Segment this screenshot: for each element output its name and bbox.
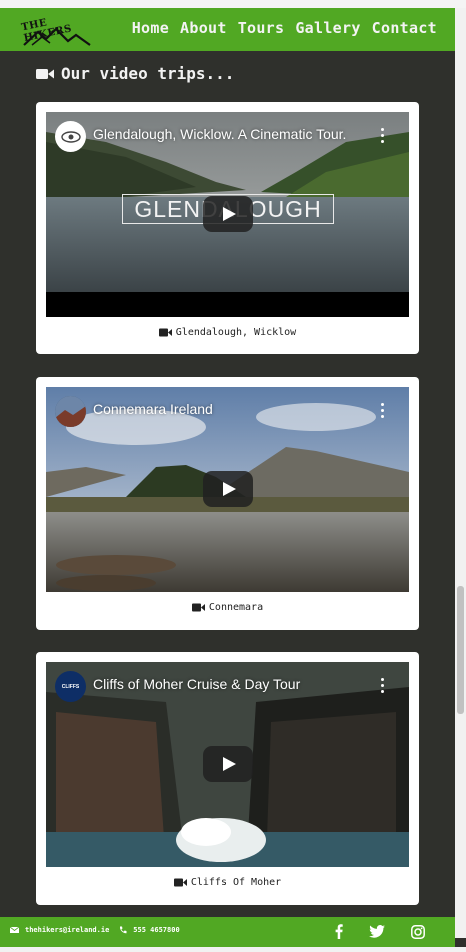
browser-top-edge (0, 0, 466, 8)
mountain-logo-icon (23, 27, 91, 46)
more-options-icon[interactable] (381, 678, 385, 694)
video-player[interactable]: Connemara Ireland (46, 387, 409, 592)
browser-bottom-edge (0, 947, 466, 952)
video-title[interactable]: Glendalough, Wicklow. A Cinematic Tour. (93, 126, 346, 142)
section-title: Our video trips... (61, 64, 235, 83)
navbar: THE HIKERS Home About Tours Gallery Cont… (0, 8, 455, 51)
eye-logo-icon (60, 130, 81, 143)
video-title[interactable]: Cliffs of Moher Cruise & Day Tour (93, 676, 300, 692)
landscape-avatar-icon (55, 396, 86, 427)
section-heading: Our video trips... (36, 64, 234, 83)
caption-text: Glendalough, Wicklow (175, 327, 297, 338)
nav-contact[interactable]: Contact (372, 19, 437, 37)
channel-avatar[interactable] (55, 396, 86, 427)
video-camera-icon (191, 603, 205, 612)
nav-gallery[interactable]: Gallery (295, 19, 360, 37)
play-button[interactable] (203, 196, 253, 232)
nav-about[interactable]: About (180, 19, 227, 37)
more-options-icon[interactable] (381, 403, 385, 419)
video-card: CLIFFS Cliffs of Moher Cruise & Day Tour… (36, 652, 419, 905)
site-logo[interactable]: THE HIKERS (20, 13, 94, 49)
facebook-icon[interactable] (335, 924, 343, 939)
video-card: Connemara Ireland Connemara (36, 377, 419, 630)
video-player[interactable]: GLENDALOUGH Glendalough, Wicklow. A Cine… (46, 112, 409, 317)
video-camera-icon (36, 68, 54, 79)
video-caption: Glendalough, Wicklow (36, 327, 419, 338)
nav-tours[interactable]: Tours (238, 19, 285, 37)
envelope-icon (10, 927, 19, 933)
channel-avatar[interactable] (55, 121, 86, 152)
channel-avatar[interactable]: CLIFFS (55, 671, 86, 702)
video-title[interactable]: Connemara Ireland (93, 401, 213, 417)
video-camera-icon (158, 328, 172, 337)
main-nav: Home About Tours Gallery Contact (132, 19, 437, 37)
play-button[interactable] (203, 746, 253, 782)
play-button[interactable] (203, 471, 253, 507)
video-caption: Connemara (36, 602, 419, 613)
social-links (335, 924, 425, 939)
instagram-icon[interactable] (411, 924, 425, 939)
caption-text: Connemara (208, 602, 264, 613)
video-card: GLENDALOUGH Glendalough, Wicklow. A Cine… (36, 102, 419, 354)
phone-icon (120, 926, 127, 934)
video-camera-icon (173, 878, 187, 887)
footer-email[interactable]: thehikers@ireland.ie (25, 926, 109, 934)
scrollbar-thumb[interactable] (457, 586, 464, 714)
channel-badge: CLIFFS (61, 683, 80, 690)
nav-home[interactable]: Home (132, 19, 169, 37)
twitter-icon[interactable] (369, 925, 385, 938)
caption-text: Cliffs Of Moher (190, 877, 282, 888)
more-options-icon[interactable] (381, 128, 385, 144)
video-player[interactable]: CLIFFS Cliffs of Moher Cruise & Day Tour (46, 662, 409, 867)
footer: thehikers@ireland.ie 555 4657800 (0, 917, 455, 947)
video-caption: Cliffs Of Moher (36, 877, 419, 888)
footer-phone[interactable]: 555 4657800 (133, 926, 179, 934)
page-scrollbar[interactable] (455, 8, 466, 938)
footer-contact: thehikers@ireland.ie 555 4657800 (10, 926, 180, 934)
